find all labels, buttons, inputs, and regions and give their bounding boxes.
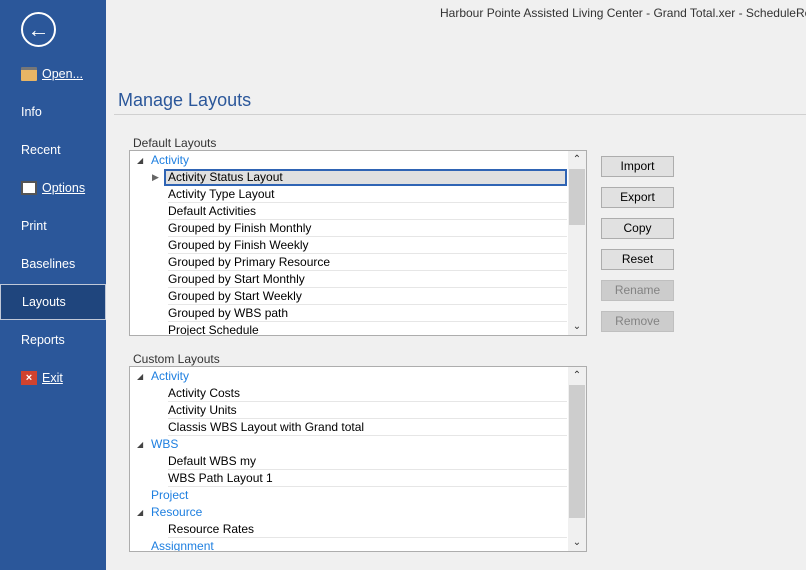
list-item-label: WBS Path Layout 1 xyxy=(168,470,567,487)
expand-triangle-icon[interactable]: ◢ xyxy=(137,436,143,453)
list-item[interactable]: Assignment xyxy=(130,538,567,552)
sidebar-item-open[interactable]: Open... xyxy=(0,56,106,92)
list-item[interactable]: WBS Path Layout 1 xyxy=(130,470,567,487)
list-item[interactable]: Default Activities xyxy=(130,203,567,220)
scroll-thumb[interactable] xyxy=(569,385,585,518)
list-item[interactable]: ▶ Activity Status Layout xyxy=(130,169,567,186)
sidebar-item-layouts[interactable]: Layouts xyxy=(0,284,106,320)
sidebar-item-label: Options xyxy=(42,181,86,195)
list-item-label: Resource xyxy=(151,505,203,519)
scroll-up-icon[interactable]: ⌃ xyxy=(568,151,586,168)
list-item[interactable]: Project Schedule xyxy=(130,322,567,335)
backstage-sidebar: ← Open... Info Recent Options Print Baselines… xyxy=(0,0,106,570)
list-item[interactable]: ◢ WBS xyxy=(130,436,567,453)
copy-button[interactable]: Copy xyxy=(601,218,674,239)
list-item-label: Grouped by WBS path xyxy=(168,305,567,322)
back-button[interactable]: ← xyxy=(21,12,56,47)
list-item-label: WBS xyxy=(151,437,179,451)
sidebar-item-label: Baselines xyxy=(21,257,76,271)
default-layouts-label: Default Layouts xyxy=(133,136,217,150)
sidebar-item-label: Layouts xyxy=(22,295,66,309)
sidebar-item-options[interactable]: Options xyxy=(0,170,106,206)
sidebar-item-label: Print xyxy=(21,219,47,233)
list-item[interactable]: Activity Costs xyxy=(130,385,567,402)
scrollbar[interactable]: ⌃ ⌄ xyxy=(568,367,586,551)
sidebar-item-print[interactable]: Print xyxy=(0,208,106,244)
custom-layouts-label: Custom Layouts xyxy=(133,352,220,366)
list-item[interactable]: Grouped by Finish Monthly xyxy=(130,220,567,237)
list-item-label: Grouped by Start Monthly xyxy=(168,271,567,288)
list-item[interactable]: Default WBS my xyxy=(130,453,567,470)
list-item[interactable]: Grouped by Start Weekly xyxy=(130,288,567,305)
options-icon xyxy=(21,181,37,195)
list-item-label: Grouped by Start Weekly xyxy=(168,288,567,305)
scroll-up-icon[interactable]: ⌃ xyxy=(568,367,586,384)
export-button[interactable]: Export xyxy=(601,187,674,208)
scroll-down-icon[interactable]: ⌄ xyxy=(568,318,586,335)
list-item[interactable]: Grouped by Start Monthly xyxy=(130,271,567,288)
list-item[interactable]: ◢ Activity xyxy=(130,368,567,385)
sidebar-item-label: Exit xyxy=(42,371,63,385)
list-item[interactable]: Project xyxy=(130,487,567,504)
sidebar-item-info[interactable]: Info xyxy=(0,94,106,130)
row-pointer-icon: ▶ xyxy=(152,172,159,182)
reset-button[interactable]: Reset xyxy=(601,249,674,270)
list-item-label: Grouped by Finish Monthly xyxy=(168,220,567,237)
list-item-label: Grouped by Finish Weekly xyxy=(168,237,567,254)
sidebar-item-reports[interactable]: Reports xyxy=(0,322,106,358)
list-item-label: Activity Type Layout xyxy=(168,186,567,203)
remove-button[interactable]: Remove xyxy=(601,311,674,332)
list-item-label: Activity Costs xyxy=(168,385,567,402)
list-item[interactable]: ◢ Resource xyxy=(130,504,567,521)
list-item[interactable]: Resource Rates xyxy=(130,521,567,538)
page-title: Manage Layouts xyxy=(118,90,252,110)
list-item[interactable]: ◢ Activity xyxy=(130,152,567,169)
list-item-label: Project Schedule xyxy=(168,322,567,335)
list-item[interactable]: Grouped by Primary Resource xyxy=(130,254,567,271)
list-item-label: Project xyxy=(151,488,189,502)
list-item-label: Activity xyxy=(151,153,190,167)
sidebar-item-label: Recent xyxy=(21,143,61,157)
expand-triangle-icon[interactable]: ◢ xyxy=(137,152,143,169)
list-item[interactable]: Grouped by WBS path xyxy=(130,305,567,322)
scroll-down-icon[interactable]: ⌄ xyxy=(568,534,586,551)
list-item-label: Classis WBS Layout with Grand total xyxy=(168,419,567,436)
sidebar-item-recent[interactable]: Recent xyxy=(0,132,106,168)
expand-triangle-icon[interactable]: ◢ xyxy=(137,368,143,385)
list-item-label: Activity Status Layout xyxy=(164,169,567,186)
list-item-label: Activity Units xyxy=(168,402,567,419)
list-item[interactable]: Activity Units xyxy=(130,402,567,419)
sidebar-item-label: Info xyxy=(21,105,42,119)
window-title: Harbour Pointe Assisted Living Center - … xyxy=(440,6,806,20)
list-item-label: Grouped by Primary Resource xyxy=(168,254,567,271)
sidebar-item-exit[interactable]: × Exit xyxy=(0,360,106,396)
sidebar-item-label: Reports xyxy=(21,333,65,347)
default-layouts-list[interactable]: Project Schedule Grouped by WBS path Group… xyxy=(129,150,587,336)
list-item-label: Resource Rates xyxy=(168,521,567,538)
exit-icon: × xyxy=(21,371,37,385)
list-item-label: Default Activities xyxy=(168,203,567,220)
list-item-label: Activity xyxy=(151,369,190,383)
scroll-thumb[interactable] xyxy=(569,169,585,225)
expand-triangle-icon[interactable]: ◢ xyxy=(137,504,143,521)
custom-layouts-list[interactable]: Assignment Resource Rates ◢ Resource Project… xyxy=(129,366,587,552)
sidebar-item-baselines[interactable]: Baselines xyxy=(0,246,106,282)
list-item[interactable]: Grouped by Finish Weekly xyxy=(130,237,567,254)
scrollbar[interactable]: ⌃ ⌄ xyxy=(568,151,586,335)
list-item-label: Default WBS my xyxy=(168,453,567,470)
import-button[interactable]: Import xyxy=(601,156,674,177)
arrow-left-icon: ← xyxy=(27,16,50,42)
rename-button[interactable]: Rename xyxy=(601,280,674,301)
list-item[interactable]: Classis WBS Layout with Grand total xyxy=(130,419,567,436)
list-item[interactable]: Activity Type Layout xyxy=(130,186,567,203)
divider xyxy=(114,114,806,115)
list-item-label: Assignment xyxy=(151,539,214,552)
folder-icon xyxy=(21,67,37,81)
sidebar-item-label: Open... xyxy=(42,67,83,81)
